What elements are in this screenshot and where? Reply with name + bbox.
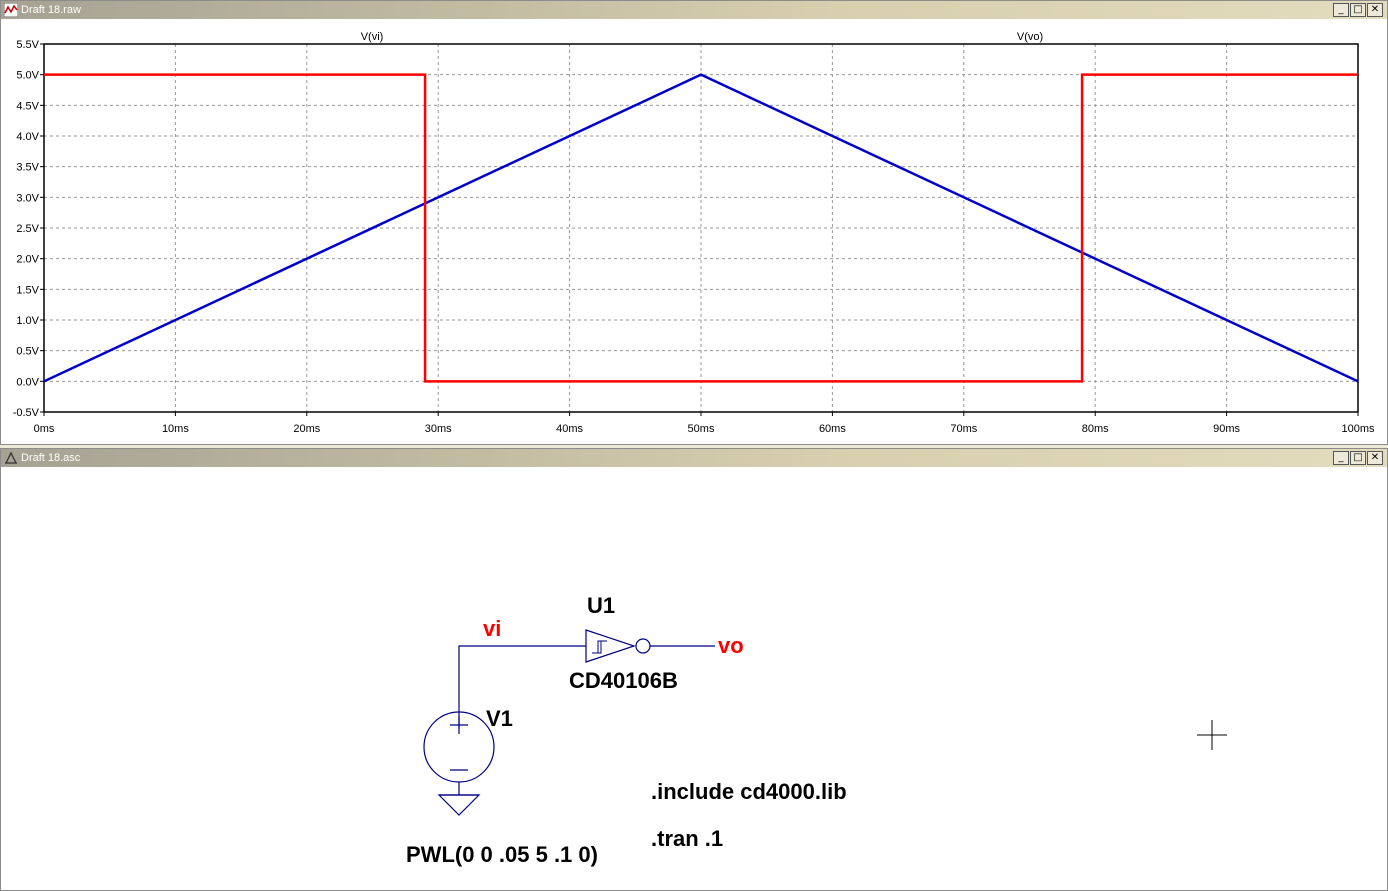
maximize-button[interactable]: □ (1350, 3, 1366, 17)
y-tick-label: 1.5V (16, 284, 39, 296)
voltage-source-v1[interactable] (423, 711, 495, 795)
x-tick-label: 10ms (162, 423, 189, 435)
x-tick-label: 100ms (1341, 423, 1375, 435)
v1-value-label[interactable]: PWL(0 0 .05 5 .1 0) (406, 842, 598, 867)
u1-part-label[interactable]: CD40106B (569, 668, 678, 693)
plot-window-titlebar[interactable]: Draft 18.raw _ □ ✕ (1, 1, 1387, 19)
minimize-button[interactable]: _ (1333, 3, 1349, 17)
y-tick-label: 3.5V (16, 162, 39, 174)
y-tick-label: 4.5V (16, 100, 39, 112)
legend-label: V(vi) (361, 31, 384, 43)
net-label-vi[interactable]: vi (483, 616, 501, 641)
schematic-canvas[interactable]: vi U1 CD40106B vo V1 PWL(0 0 .05 5 .1 0)… (1, 467, 1387, 890)
y-tick-label: 5.0V (16, 70, 39, 82)
waveform-chart[interactable]: 0ms 10ms 20ms 30ms 40ms 50ms 60ms 70ms 80ms 90ms 1… (1, 19, 1387, 444)
y-tick-label: 0.5V (16, 346, 39, 358)
schematic-window: Draft 18.asc _ □ ✕ vi U1 CD40106B vo V1 … (0, 448, 1388, 891)
schematic-icon (5, 451, 17, 464)
y-tick-label: 1.0V (16, 315, 39, 327)
plot-window: Draft 18.raw _ □ ✕ 0ms 10ms 20ms 30ms 40ms 50… (0, 0, 1388, 445)
ground-symbol[interactable] (437, 794, 481, 816)
x-tick-label: 0ms (34, 423, 55, 435)
close-button[interactable]: ✕ (1367, 451, 1383, 465)
schmitt-inverter-u1[interactable] (585, 629, 651, 663)
y-tick-label: 3.0V (16, 192, 39, 204)
plot-window-title: Draft 18.raw (21, 4, 81, 16)
include-directive[interactable]: .include cd4000.lib (651, 779, 847, 804)
schematic-window-titlebar[interactable]: Draft 18.asc _ □ ✕ (1, 449, 1387, 467)
plot-area[interactable]: 0ms 10ms 20ms 30ms 40ms 50ms 60ms 70ms 80ms 90ms 1… (1, 19, 1387, 444)
x-tick-label: 40ms (556, 423, 583, 435)
x-tick-label: 90ms (1213, 423, 1240, 435)
maximize-button[interactable]: □ (1350, 451, 1366, 465)
y-tick-label: 5.5V (16, 39, 39, 51)
close-button[interactable]: ✕ (1367, 3, 1383, 17)
v1-ref-label[interactable]: V1 (486, 706, 513, 731)
net-label-vo[interactable]: vo (718, 633, 744, 658)
x-tick-label: 70ms (950, 423, 977, 435)
schematic-window-title: Draft 18.asc (21, 452, 81, 464)
schematic-drawing[interactable]: vi U1 CD40106B vo V1 PWL(0 0 .05 5 .1 0)… (1, 467, 1387, 890)
legend-label: V(vo) (1017, 31, 1043, 43)
x-tick-label: 20ms (293, 423, 320, 435)
waveform-icon (4, 3, 18, 17)
wire-vi[interactable] (458, 645, 586, 729)
crosshair-cursor-icon (1197, 720, 1227, 750)
minimize-button[interactable]: _ (1333, 451, 1349, 465)
y-tick-label: -0.5V (13, 407, 40, 419)
x-tick-label: 60ms (819, 423, 846, 435)
y-tick-label: 4.0V (16, 131, 39, 143)
x-tick-label: 80ms (1082, 423, 1109, 435)
tran-directive[interactable]: .tran .1 (651, 826, 723, 851)
x-tick-label: 50ms (688, 423, 715, 435)
u1-ref-label[interactable]: U1 (587, 593, 615, 618)
y-tick-label: 0.0V (16, 376, 39, 388)
y-tick-label: 2.0V (16, 254, 39, 266)
x-tick-label: 30ms (425, 423, 452, 435)
y-tick-label: 2.5V (16, 223, 39, 235)
